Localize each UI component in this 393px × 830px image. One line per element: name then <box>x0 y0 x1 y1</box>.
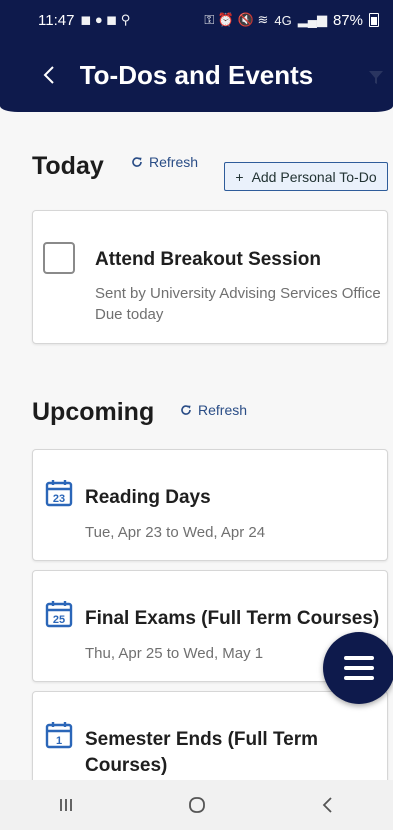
top-app-bar: 11:47 ◼ ● ◼ ⚲ ⚿ ⏰ 🔇 ≋ 4G ▂▄▆ 87% To-Dos … <box>0 0 393 112</box>
system-back-button[interactable] <box>298 785 358 825</box>
event-title: Final Exams (Full Term Courses) <box>85 608 380 629</box>
calendar-icon: 23 <box>45 480 73 507</box>
today-header: Today <box>32 152 104 181</box>
event-title-line2: Courses) <box>85 755 168 776</box>
today-title: Today <box>32 152 104 180</box>
calendar-day-number: 1 <box>56 735 62 747</box>
todo-checkbox[interactable] <box>43 242 75 274</box>
filter-icon[interactable] <box>367 68 385 86</box>
event-card-reading-days[interactable]: 23 Reading Days Tue, Apr 23 to Wed, Apr … <box>32 449 388 561</box>
network-label: 4G <box>274 12 292 28</box>
menu-fab-button[interactable] <box>323 632 393 704</box>
back-arrow-icon <box>322 797 332 813</box>
upcoming-title: Upcoming <box>32 398 155 426</box>
home-button[interactable] <box>167 785 227 825</box>
plus-icon: + <box>235 168 244 185</box>
signal-icon: ▂▄▆ <box>297 12 327 27</box>
today-refresh-button[interactable]: Refresh <box>131 154 198 170</box>
event-dates: Tue, Apr 23 to Wed, Apr 24 <box>85 524 266 541</box>
add-personal-todo-button[interactable]: + Add Personal To-Do <box>224 162 388 191</box>
todo-due: Due today <box>95 306 164 323</box>
event-dates: Thu, Apr 25 to Wed, May 1 <box>85 645 264 662</box>
event-card-semester-ends[interactable]: 1 Semester Ends (Full Term Courses) <box>32 691 388 780</box>
hamburger-menu-icon <box>344 653 374 683</box>
battery-percent: 87% <box>332 11 363 29</box>
event-title: Reading Days <box>85 487 211 508</box>
calendar-icon: 25 <box>45 601 73 628</box>
header: To-Dos and Events <box>0 50 393 100</box>
todo-title: Attend Breakout Session <box>95 249 321 270</box>
status-bar: 11:47 ◼ ● ◼ ⚲ ⚿ ⏰ 🔇 ≋ 4G ▂▄▆ 87% <box>0 0 393 40</box>
recent-apps-icon <box>59 799 72 811</box>
upcoming-header: Upcoming <box>32 398 154 427</box>
upcoming-refresh-button[interactable]: Refresh <box>180 402 247 418</box>
add-personal-todo-label: Add Personal To-Do <box>251 168 377 185</box>
today-refresh-label: Refresh <box>149 154 199 170</box>
event-title-line1: Semester Ends (Full Term <box>85 729 318 750</box>
calendar-day-number: 23 <box>53 493 65 505</box>
calendar-icon: 1 <box>45 722 73 749</box>
status-time: 11:47 <box>38 11 75 29</box>
recent-apps-button[interactable] <box>36 785 96 825</box>
page-title: To-Dos and Events <box>79 60 314 90</box>
todo-sent-by: Sent by University Advising Services Off… <box>95 285 381 302</box>
refresh-icon <box>132 157 142 167</box>
refresh-icon <box>181 405 191 415</box>
notification-icons: ◼ ● ◼ ⚲ <box>80 12 131 27</box>
system-nav-bar <box>0 780 393 830</box>
calendar-day-number: 25 <box>53 614 65 626</box>
todo-card[interactable]: Attend Breakout Session Sent by Universi… <box>32 210 388 344</box>
upcoming-refresh-label: Refresh <box>198 402 248 418</box>
home-icon <box>188 797 205 813</box>
battery-icon <box>369 13 379 27</box>
system-icons: ⚿ ⏰ 🔇 ≋ <box>204 12 269 27</box>
